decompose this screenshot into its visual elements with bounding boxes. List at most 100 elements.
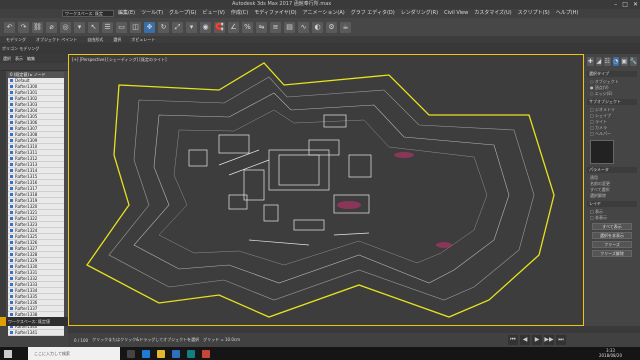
grid-size: グリッド = 10.0cm	[203, 337, 240, 342]
ribbon-subtitle[interactable]: ポリゴン モデリング	[2, 46, 39, 51]
windows-start-icon[interactable]	[4, 349, 12, 358]
task-view-icon[interactable]	[127, 349, 135, 358]
rollout-header[interactable]: レイヤ	[587, 201, 637, 207]
rotate-icon[interactable]: ↻	[158, 21, 169, 33]
undo-icon[interactable]: ↶	[4, 21, 15, 33]
playback-button[interactable]: ▶	[532, 335, 542, 345]
ribbon-tab-1[interactable]: オブジェクト ペイント	[36, 36, 77, 43]
playback-button[interactable]: ⏮	[508, 335, 518, 345]
menu-item-10[interactable]: カスタマイズ(U)	[474, 9, 511, 18]
command-tab-4[interactable]: ▣	[621, 57, 628, 66]
redo-icon[interactable]: ↷	[18, 21, 29, 33]
list-item-label: Rafter1322	[15, 216, 38, 221]
explorer-icon[interactable]	[157, 349, 165, 358]
layer-icon[interactable]: ▤	[284, 21, 295, 33]
window-controls: – □ ✕	[614, 0, 638, 9]
viewport[interactable]: [+] [Perspective] [シェーディング] [既定のライト]	[68, 54, 584, 326]
tab-edit[interactable]: 編集	[27, 54, 35, 63]
playback-button[interactable]: ▶▶	[544, 335, 554, 345]
clock[interactable]: 3:33 2018/08/20	[599, 348, 622, 358]
maximize-button[interactable]: □	[622, 0, 628, 9]
edge-icon[interactable]	[142, 349, 150, 358]
list-item-label: Rafter1336	[15, 300, 38, 305]
window-crossing-icon[interactable]: ◫	[130, 21, 141, 33]
color-swatch[interactable]	[590, 140, 614, 164]
menu-item-3[interactable]: ビュー(V)	[203, 9, 225, 18]
scale-icon[interactable]: ⤢	[172, 21, 183, 33]
rect-select-icon[interactable]: ▭	[116, 21, 127, 33]
ribbon-tab-0[interactable]: モデリング	[6, 36, 26, 43]
ribbon-tab-4[interactable]: ポピュレート	[131, 36, 155, 43]
command-tab-0[interactable]: ✚	[587, 57, 594, 66]
menu-item-7[interactable]: グラフ エディタ(D)	[351, 9, 395, 18]
rollout-header[interactable]: 選択タイプ	[587, 71, 637, 77]
command-button[interactable]: 選択を非表示	[592, 232, 632, 239]
menu-item-4[interactable]: 作成(C)	[231, 9, 248, 18]
menu-item-5[interactable]: モディファイヤ(O)	[254, 9, 296, 18]
close-button[interactable]: ✕	[633, 0, 638, 9]
rollout-option[interactable]: □ ヘルパー	[584, 131, 640, 137]
list-item[interactable]: Rafter1341	[8, 330, 64, 336]
playback-button[interactable]: ⏭	[556, 335, 566, 345]
timeline[interactable]: 0102030405060708090100	[68, 326, 640, 333]
list-item-label: Rafter1335	[15, 294, 38, 299]
rollout-option[interactable]: 選択解除	[584, 193, 640, 199]
move-icon[interactable]: ✥	[144, 21, 155, 33]
menu-item-11[interactable]: スクリプト(S)	[518, 9, 550, 18]
angle-snap-icon[interactable]: ∠	[228, 21, 239, 33]
layer-icon	[10, 271, 13, 274]
link-icon[interactable]: ⛓	[32, 21, 43, 33]
ribbon-tab-2[interactable]: 自由形式	[87, 36, 103, 43]
ribbon-tab-3[interactable]: 選択	[113, 36, 121, 43]
layer-icon	[10, 277, 13, 280]
bind-icon[interactable]: ◎	[60, 21, 71, 33]
tab-display[interactable]: 表示	[15, 54, 23, 63]
snap-icon[interactable]: 🧲	[214, 21, 225, 33]
render-setup-icon[interactable]: ⚙	[326, 21, 337, 33]
store-icon[interactable]	[172, 349, 180, 358]
rollout-header[interactable]: サブオブジェクト	[587, 99, 637, 105]
mirror-icon[interactable]: ⇋	[256, 21, 267, 33]
command-tab-5[interactable]: 🔧	[629, 57, 637, 66]
menu-item-0[interactable]: 編集(E)	[118, 9, 135, 18]
minimize-button[interactable]: –	[614, 0, 617, 9]
selection-filter[interactable]: ▾	[74, 21, 85, 33]
unlink-icon[interactable]: ⌀	[46, 21, 57, 33]
select-icon[interactable]: ↖	[88, 21, 99, 33]
curve-editor-icon[interactable]: ∿	[298, 21, 309, 33]
render-icon[interactable]: ☕	[340, 21, 351, 33]
list-item-label: Rafter1331	[15, 270, 38, 275]
command-tab-1[interactable]: ◢	[595, 57, 602, 66]
material-editor-icon[interactable]: ◐	[312, 21, 323, 33]
command-button[interactable]: フリーズ解除	[592, 250, 632, 257]
command-button[interactable]: すべて表示	[592, 223, 632, 230]
menu-item-2[interactable]: グループ(G)	[169, 9, 196, 18]
workspace-dropdown[interactable]: ワークスペース: 既定	[62, 10, 114, 17]
command-tab-3[interactable]: ◔	[612, 57, 619, 66]
align-icon[interactable]: ≡	[270, 21, 281, 33]
chrome-icon[interactable]	[202, 349, 210, 358]
menu-item-8[interactable]: レンダリング(R)	[401, 9, 438, 18]
workspace-label: ワークスペース: 既定値	[8, 319, 51, 324]
menu-item-6[interactable]: アニメーション(A)	[303, 9, 345, 18]
menu-item-12[interactable]: ヘルプ(H)	[556, 9, 579, 18]
select-by-name-icon[interactable]: ☰	[102, 21, 113, 33]
tab-select[interactable]: 選択	[3, 54, 11, 63]
taskbar-search[interactable]: ここに入力して検索	[28, 347, 120, 360]
ref-coord[interactable]: ▾	[186, 21, 197, 33]
3ds-max-icon[interactable]	[187, 349, 195, 358]
workspace-bar[interactable]: ワークスペース: 既定値	[0, 317, 68, 326]
menu-item-1[interactable]: ツール(T)	[141, 9, 163, 18]
rollout-option[interactable]: ○ エッジ(E)	[584, 91, 640, 97]
percent-snap-icon[interactable]: %	[242, 21, 253, 33]
menu-item-9[interactable]: Civil View	[444, 9, 468, 18]
rollout-header[interactable]: パラメータ	[587, 167, 637, 173]
playback-button[interactable]: ◀	[520, 335, 530, 345]
command-tab-2[interactable]: ☷	[604, 57, 611, 66]
layer-icon	[10, 199, 13, 202]
layer-icon	[10, 85, 13, 88]
command-button[interactable]: フリーズ	[592, 241, 632, 248]
rollout-option[interactable]: □ 非表示	[584, 215, 640, 221]
scene-wireframe	[86, 62, 555, 318]
pivot-icon[interactable]: ◉	[200, 21, 211, 33]
